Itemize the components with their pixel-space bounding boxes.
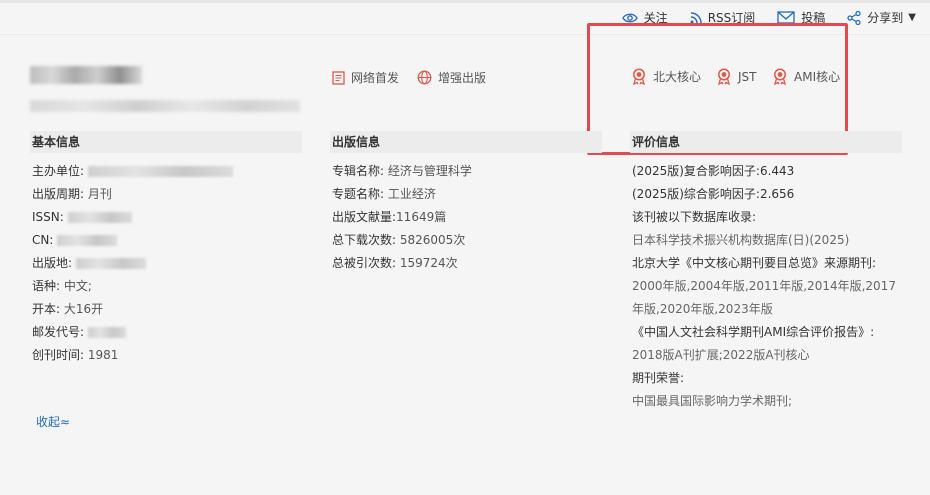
enhanced-publish-label: 增强出版: [438, 71, 487, 85]
album-label: 专辑名称:: [332, 164, 385, 178]
founded-row: 创刊时间: 1981: [32, 344, 233, 367]
header-divider: [0, 34, 930, 35]
topic-label: 专题名称:: [332, 187, 385, 201]
downloads-row: 总下载次数: 5826005次: [332, 229, 472, 252]
mail-icon: [777, 11, 795, 24]
publish-info-list: 专辑名称: 经济与管理科学 专题名称: 工业经济 出版文献量:11649篇 总下…: [332, 160, 472, 275]
share-label: 分享到: [867, 11, 904, 25]
album-value: 经济与管理科学: [387, 164, 472, 178]
issn-row: ISSN:: [32, 206, 233, 229]
globe-icon: [417, 70, 432, 85]
comprehensive-if-value: 2.656: [759, 187, 795, 201]
issn-value-redacted: [67, 212, 132, 223]
follow-label: 关注: [643, 11, 668, 25]
ami-core-badge: AMI核心: [772, 68, 840, 85]
rss-label: RSS订阅: [707, 11, 756, 25]
award-icon: [774, 68, 786, 85]
issn-label: ISSN:: [32, 210, 64, 224]
enhanced-publish-badge[interactable]: 增强出版: [417, 69, 486, 86]
postcode-value-redacted: [88, 327, 127, 338]
ami-core-label: AMI核心: [794, 70, 841, 84]
rss-button[interactable]: RSS订阅: [690, 9, 756, 26]
citations-value: 159724次: [399, 256, 458, 270]
submit-label: 投稿: [801, 11, 826, 25]
ami-label: 《中国人文社会科学期刊AMI综合评价报告》:: [632, 325, 875, 339]
eye-icon: [621, 13, 638, 22]
language-row: 语种: 中文;: [32, 275, 233, 298]
pku-core-badge: 北大核心: [631, 68, 701, 85]
section-publish-info: 出版信息: [330, 131, 602, 153]
cn-label: CN:: [32, 233, 54, 247]
downloads-label: 总下载次数:: [332, 233, 397, 247]
composite-if-value: 6.443: [759, 164, 795, 178]
chevron-down-icon: ▼: [908, 12, 916, 23]
db-included-label: 该刊被以下数据库收录:: [632, 210, 757, 224]
language-label: 语种:: [32, 279, 61, 293]
place-value-redacted: [76, 258, 147, 269]
share-icon: [847, 10, 861, 25]
journal-title-redacted: [30, 66, 142, 84]
period-label: 出版周期:: [32, 187, 85, 201]
postcode-label: 邮发代号:: [32, 325, 85, 339]
sponsor-row: 主办单位:: [32, 160, 234, 183]
place-row: 出版地:: [32, 252, 233, 275]
evaluation-info-list: (2025版)复合影响因子:6.443 (2025版)综合影响因子:2.656 …: [632, 160, 902, 413]
cn-value-redacted: [57, 235, 118, 246]
topic-row: 专题名称: 工业经济: [332, 183, 472, 206]
basic-info-list: 主办单位: 出版周期: 月刊 ISSN: CN: 出版地: 语种: 中文; 开本…: [32, 160, 234, 367]
jst-badge: JST: [716, 68, 757, 85]
comprehensive-if-row: (2025版)综合影响因子:2.656: [632, 183, 902, 206]
online-first-badge[interactable]: 网络首发: [332, 69, 399, 86]
founded-label: 创刊时间:: [32, 348, 85, 362]
topic-value: 工业经济: [387, 187, 436, 201]
format-row: 开本: 大16开: [32, 298, 233, 321]
follow-button[interactable]: 关注: [621, 9, 668, 26]
ami-value: 2018版A刊扩展;2022版A刊核心: [632, 348, 810, 362]
album-row: 专辑名称: 经济与管理科学: [332, 160, 472, 183]
jst-label: JST: [738, 69, 757, 84]
postcode-row: 邮发代号:: [32, 321, 233, 344]
section-evaluation-info: 评价信息: [630, 131, 902, 153]
composite-if-row: (2025版)复合影响因子:6.443: [632, 160, 902, 183]
award-icon: [633, 68, 645, 85]
online-first-label: 网络首发: [351, 71, 400, 85]
submit-button[interactable]: 投稿: [777, 9, 825, 26]
composite-if-label: (2025版)复合影响因子:: [632, 164, 760, 178]
section-basic-info: 基本信息: [30, 131, 302, 153]
toolbar: 关注 RSS订阅 投稿 分享到 ▼: [600, 9, 916, 26]
citations-row: 总被引次数: 159724次: [332, 252, 472, 275]
docs-value: 11649篇: [396, 210, 447, 224]
cn-row: CN:: [32, 229, 233, 252]
sponsor-value-redacted: [88, 166, 234, 177]
db-included-value: 日本科学技术振兴机构数据库(日)(2025): [632, 233, 850, 247]
document-icon: [332, 70, 345, 85]
format-label: 开本:: [32, 302, 61, 316]
comprehensive-if-label: (2025版)综合影响因子:: [632, 187, 760, 201]
period-value: 月刊: [87, 187, 112, 201]
journal-subtitle-redacted: [30, 100, 300, 112]
citations-label: 总被引次数:: [332, 256, 397, 270]
downloads-value: 5826005次: [399, 233, 466, 247]
period-row: 出版周期: 月刊: [32, 183, 233, 206]
share-button[interactable]: 分享到 ▼: [847, 9, 916, 26]
pku-value: 2000年版,2004年版,2011年版,2014年版,2017年版,2020年…: [632, 279, 896, 316]
honors-label: 期刊荣誉:: [632, 371, 685, 385]
format-value: 大16开: [63, 302, 104, 316]
pku-core-label: 北大核心: [653, 70, 702, 84]
rss-icon: [690, 11, 702, 23]
top-border: [0, 0, 930, 3]
collapse-link[interactable]: 收起≈: [36, 413, 70, 430]
sponsor-label: 主办单位:: [32, 164, 85, 178]
language-value: 中文;: [63, 279, 92, 293]
founded-value: 1981: [87, 348, 119, 362]
award-icon: [718, 68, 730, 85]
pku-label: 北京大学《中文核心期刊要目总览》来源期刊:: [632, 256, 877, 270]
honors-value: 中国最具国际影响力学术期刊;: [632, 394, 793, 408]
place-label: 出版地:: [32, 256, 73, 270]
docs-row: 出版文献量:11649篇: [332, 206, 472, 229]
docs-label: 出版文献量:: [332, 210, 397, 224]
